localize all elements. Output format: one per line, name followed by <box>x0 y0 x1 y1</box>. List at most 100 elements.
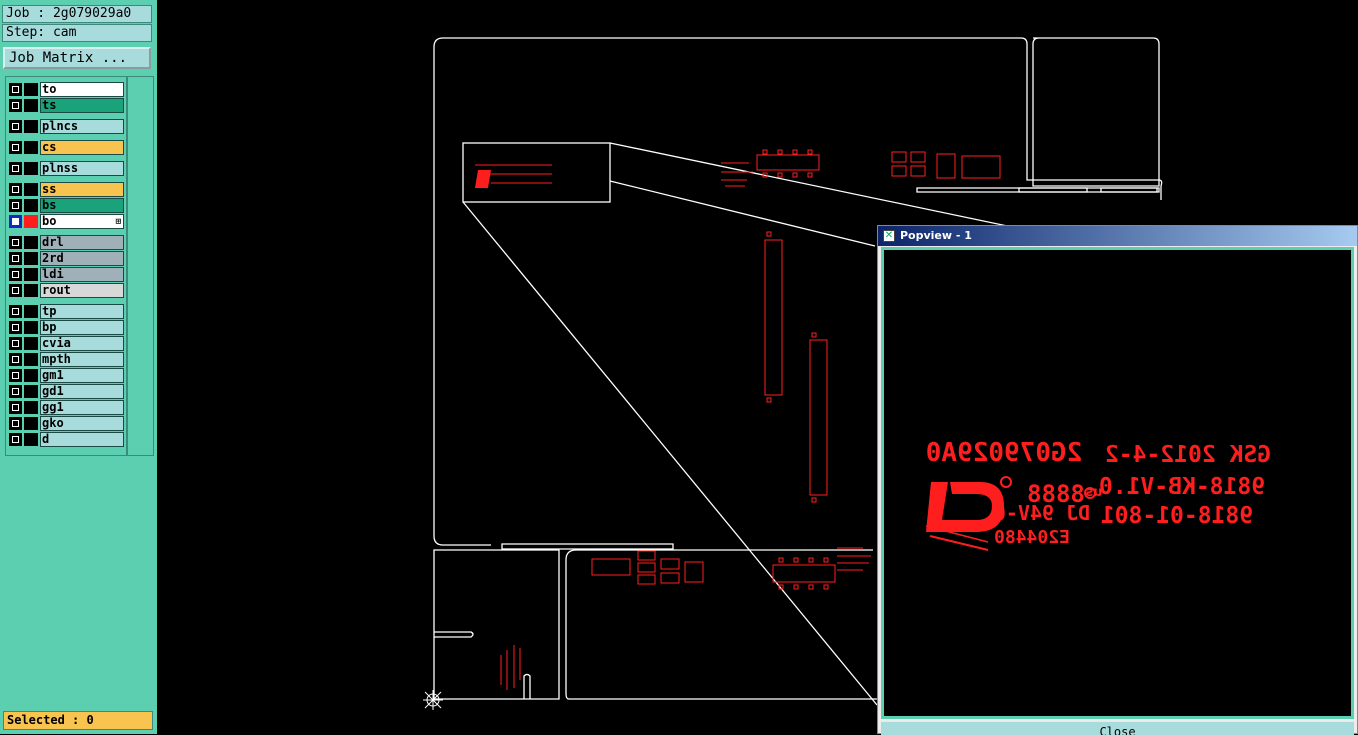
layer-row-bo[interactable]: bo ⊞ <box>7 214 125 229</box>
layer-sidebar: Job : 2g079029a0 Step: cam Job Matrix ..… <box>0 0 157 734</box>
layer-name-mpth[interactable]: mpth <box>40 352 124 367</box>
layer-name-plnss[interactable]: plnss <box>40 161 124 176</box>
layer-row-to[interactable]: to <box>7 82 125 97</box>
layer-row-gm1[interactable]: gm1 <box>7 368 125 383</box>
layer-row-plncs[interactable]: plncs <box>7 119 125 134</box>
layer-display-color[interactable] <box>24 385 38 398</box>
layer-row-cvia[interactable]: cvia <box>7 336 125 351</box>
layer-name-d[interactable]: d <box>40 432 124 447</box>
layer-row-2rd[interactable]: 2rd <box>7 251 125 266</box>
layer-name-plncs[interactable]: plncs <box>40 119 124 134</box>
layer-row-bs[interactable]: bs <box>7 198 125 213</box>
layer-display-color[interactable] <box>24 433 38 446</box>
layer-checkbox[interactable] <box>9 236 22 249</box>
layer-row-gg1[interactable]: gg1 <box>7 400 125 415</box>
layer-display-color[interactable] <box>24 120 38 133</box>
layer-display-color[interactable] <box>24 99 38 112</box>
layer-list-scrollbar[interactable] <box>127 76 154 456</box>
layer-name-cvia[interactable]: cvia <box>40 336 124 351</box>
layer-name-gm1[interactable]: gm1 <box>40 368 124 383</box>
layer-row-plnss[interactable]: plnss <box>7 161 125 176</box>
layer-checkbox[interactable] <box>9 83 22 96</box>
layer-name-ldi[interactable]: ldi <box>40 267 124 282</box>
layer-display-color[interactable] <box>24 417 38 430</box>
popview-zoom-view[interactable]: 2G079029A0 GSK 2012-4-2 9818-KB-V1.0 981… <box>884 250 1351 716</box>
layer-row-gko[interactable]: gko <box>7 416 125 431</box>
layer-checkbox[interactable] <box>9 268 22 281</box>
step-name-label: Step: cam <box>2 24 152 42</box>
layer-row-ss[interactable]: ss <box>7 182 125 197</box>
layer-checkbox[interactable] <box>9 321 22 334</box>
layer-display-color[interactable] <box>24 284 38 297</box>
popview-close-button[interactable]: Close <box>881 721 1354 735</box>
layer-checkbox[interactable] <box>9 284 22 297</box>
layer-checkbox[interactable] <box>9 215 22 228</box>
layer-checkbox[interactable] <box>9 417 22 430</box>
layer-display-color[interactable] <box>24 321 38 334</box>
layer-checkbox[interactable] <box>9 252 22 265</box>
layer-name-ss[interactable]: ss <box>40 182 124 197</box>
layer-name-bs[interactable]: bs <box>40 198 124 213</box>
layer-row-bp[interactable]: bp <box>7 320 125 335</box>
layer-name-bo[interactable]: bo ⊞ <box>40 214 124 229</box>
layer-checkbox[interactable] <box>9 305 22 318</box>
selected-count-status: Selected : 0 <box>3 711 153 730</box>
marking-line-2: GSK 2012-4-2 <box>1105 442 1271 468</box>
layer-display-color[interactable] <box>24 252 38 265</box>
layer-display-color[interactable] <box>24 236 38 249</box>
layer-checkbox[interactable] <box>9 162 22 175</box>
layer-name-2rd[interactable]: 2rd <box>40 251 124 266</box>
job-matrix-button[interactable]: Job Matrix ... <box>3 47 151 69</box>
layer-display-color[interactable] <box>24 268 38 281</box>
layer-display-color[interactable] <box>24 162 38 175</box>
layer-display-color[interactable] <box>24 199 38 212</box>
layer-checkbox[interactable] <box>9 120 22 133</box>
layer-row-cs[interactable]: cs <box>7 140 125 155</box>
layer-checkbox[interactable] <box>9 353 22 366</box>
work-layer-mark-icon: ⊞ <box>115 217 121 227</box>
layer-checkbox[interactable] <box>9 141 22 154</box>
layer-name-to[interactable]: to <box>40 82 124 97</box>
layer-checkbox[interactable] <box>9 369 22 382</box>
layer-row-rout[interactable]: rout <box>7 283 125 298</box>
popview-title-bar[interactable]: ✕ Popview - 1 <box>878 226 1357 246</box>
layer-row-d[interactable]: d <box>7 432 125 447</box>
layer-display-color[interactable] <box>24 215 38 228</box>
layer-display-color[interactable] <box>24 369 38 382</box>
layer-row-ldi[interactable]: ldi <box>7 267 125 282</box>
silkscreen-logo-icon <box>475 170 491 188</box>
window-app-icon: ✕ <box>883 230 895 242</box>
layer-display-color[interactable] <box>24 401 38 414</box>
layer-row-gd1[interactable]: gd1 <box>7 384 125 399</box>
svg-text:8888: 8888 <box>1027 480 1085 508</box>
layer-name-ts[interactable]: ts <box>40 98 124 113</box>
layer-name-bp[interactable]: bp <box>40 320 124 335</box>
marking-line-6: E204480 <box>994 527 1070 548</box>
layer-name-gko[interactable]: gko <box>40 416 124 431</box>
layer-name-gg1[interactable]: gg1 <box>40 400 124 415</box>
layer-row-ts[interactable]: ts <box>7 98 125 113</box>
layer-checkbox[interactable] <box>9 385 22 398</box>
layer-checkbox[interactable] <box>9 99 22 112</box>
layer-checkbox[interactable] <box>9 433 22 446</box>
layer-checkbox[interactable] <box>9 199 22 212</box>
marking-line-3: 9818-KB-V1.0 <box>1099 474 1265 500</box>
layer-checkbox[interactable] <box>9 183 22 196</box>
popview-title: Popview - 1 <box>900 229 972 242</box>
layer-name-drl[interactable]: drl <box>40 235 124 250</box>
layer-display-color[interactable] <box>24 353 38 366</box>
layer-checkbox[interactable] <box>9 337 22 350</box>
layer-checkbox[interactable] <box>9 401 22 414</box>
layer-row-tp[interactable]: tp <box>7 304 125 319</box>
layer-display-color[interactable] <box>24 183 38 196</box>
layer-name-tp[interactable]: tp <box>40 304 124 319</box>
layer-name-cs[interactable]: cs <box>40 140 124 155</box>
layer-display-color[interactable] <box>24 141 38 154</box>
layer-row-mpth[interactable]: mpth <box>7 352 125 367</box>
layer-name-gd1[interactable]: gd1 <box>40 384 124 399</box>
layer-row-drl[interactable]: drl <box>7 235 125 250</box>
layer-display-color[interactable] <box>24 83 38 96</box>
layer-display-color[interactable] <box>24 337 38 350</box>
layer-display-color[interactable] <box>24 305 38 318</box>
layer-name-rout[interactable]: rout <box>40 283 124 298</box>
